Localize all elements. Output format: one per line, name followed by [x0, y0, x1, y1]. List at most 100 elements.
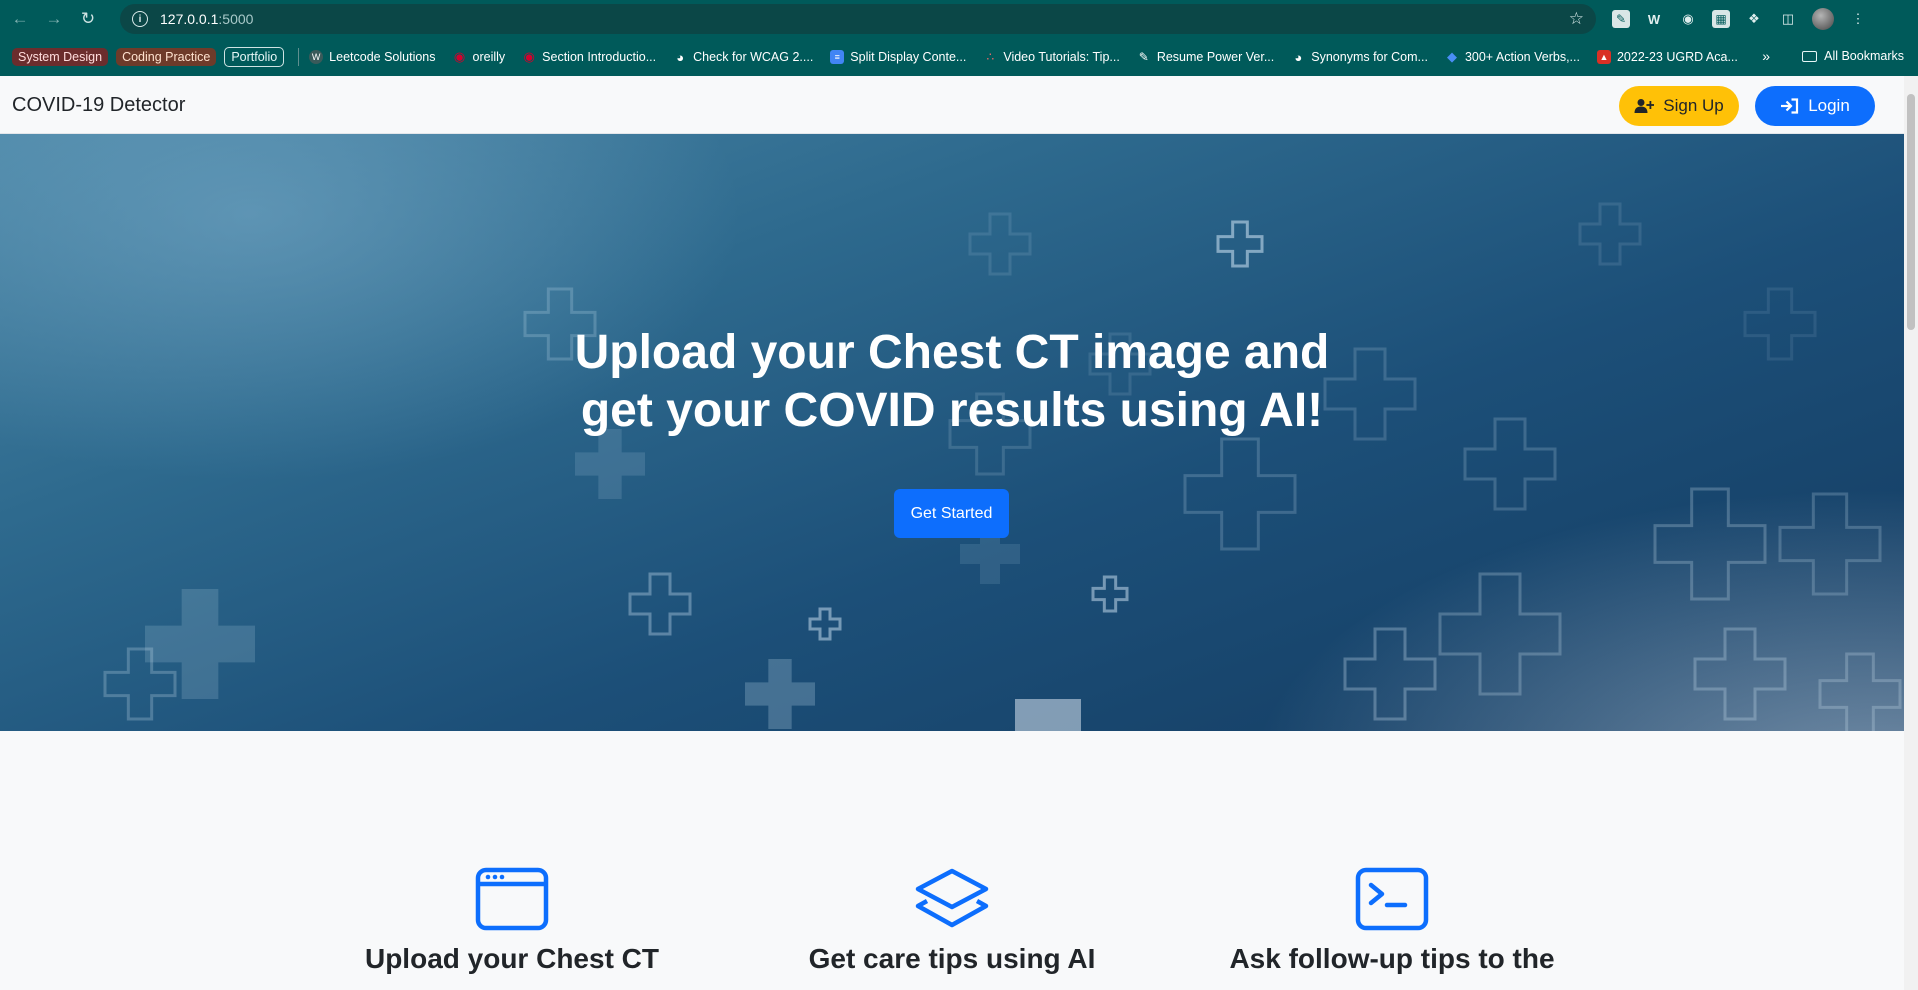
feature-follow-up: Ask follow-up tips to the	[1172, 867, 1612, 975]
extensions-puzzle-icon[interactable]: ❖	[1744, 9, 1764, 29]
bookmark-label: Resume Power Ver...	[1156, 50, 1275, 64]
bookmark-item[interactable]: ◉ Section Introductio...	[522, 49, 657, 64]
bookmark-separator	[298, 48, 300, 66]
feature-upload: Upload your Chest CT	[292, 867, 732, 975]
bookmark-item[interactable]: ∴ Video Tutorials: Tip...	[983, 50, 1120, 64]
cross-shape	[1091, 575, 1129, 613]
cross-shape	[1818, 652, 1902, 731]
feature-title: Get care tips using AI	[808, 943, 1096, 974]
extension-pen-icon[interactable]: ✎	[1612, 10, 1630, 28]
site-info-icon[interactable]: i	[132, 11, 148, 27]
address-bar[interactable]: i 127.0.0.1:5000 ☆	[120, 4, 1596, 34]
brand-name[interactable]: COVID-19 Detector	[12, 94, 185, 117]
login-button[interactable]: Login	[1755, 86, 1875, 126]
cross-shape	[145, 589, 255, 699]
pen-icon: ✎	[1138, 50, 1149, 64]
cross-shape	[745, 659, 815, 729]
bookmark-label: 2022-23 UGRD Aca...	[1616, 50, 1738, 64]
bookmarks-bar: System Design Coding Practice Portfolio …	[0, 38, 1918, 76]
browser-menu-icon[interactable]: ⋮	[1848, 9, 1868, 29]
cross-shape	[1778, 492, 1882, 596]
cross-shape	[1183, 437, 1297, 551]
features-section: Upload your Chest CT Get care tips using…	[0, 731, 1904, 990]
bookmark-item[interactable]: ▲ 2022-23 UGRD Aca...	[1596, 50, 1738, 64]
bookmark-item[interactable]: W Leetcode Solutions	[309, 50, 436, 64]
decorative-block	[1015, 699, 1081, 731]
bookmark-label: Leetcode Solutions	[329, 50, 436, 64]
asana-icon: ∴	[986, 50, 995, 64]
url-host: 127.0.0.1	[160, 11, 219, 27]
forward-icon[interactable]: →	[40, 5, 68, 33]
browser-window-icon	[292, 867, 732, 931]
bookmark-label: Split Display Conte...	[850, 50, 967, 64]
extension-w-icon[interactable]: W	[1644, 9, 1664, 29]
pdf-icon: ▲	[1596, 50, 1611, 64]
cross-shape	[1463, 417, 1557, 511]
feature-title: Upload your Chest CT	[364, 943, 659, 974]
all-bookmarks-button[interactable]: All Bookmarks	[1802, 49, 1904, 63]
bookmark-folder[interactable]: Portfolio	[224, 47, 285, 67]
profile-avatar[interactable]	[1812, 8, 1834, 30]
hero-title-line: get your COVID results using AI!	[580, 384, 1324, 437]
bookmark-folder[interactable]: System Design	[12, 48, 109, 66]
hero-title: Upload your Chest CT image and get your …	[452, 324, 1452, 440]
all-bookmarks-label: All Bookmarks	[1824, 49, 1904, 63]
extensions-area: ✎ W ◉ ▦ ❖ ◫ ⋮	[1612, 4, 1868, 34]
more-bookmarks-icon[interactable]: »	[1762, 48, 1770, 64]
bookmark-icon: ◆	[1446, 49, 1457, 64]
bookmark-item[interactable]: ◕ Synonyms for Com...	[1291, 49, 1428, 65]
site-navbar: COVID-19 Detector Sign Up Login	[0, 76, 1904, 134]
browser-toolbar: ← → ↻ i 127.0.0.1:5000 ☆ ✎ W ◉ ▦ ❖ ◫ ⋮	[0, 0, 1918, 38]
scrollbar-thumb[interactable]	[1907, 94, 1915, 330]
reload-icon[interactable]: ↻	[74, 5, 102, 33]
bookmark-item[interactable]: ◆ 300+ Action Verbs,...	[1445, 49, 1580, 64]
cross-shape	[1743, 287, 1817, 361]
bookmark-item[interactable]: ≡ Split Display Conte...	[830, 50, 966, 64]
feature-care-tips: Get care tips using AI	[732, 867, 1172, 975]
cross-shape	[1343, 627, 1437, 721]
bookmark-label: Check for WCAG 2....	[693, 50, 814, 64]
cross-shape	[1693, 627, 1787, 721]
cross-shape	[1578, 202, 1642, 266]
doc-icon: ≡	[830, 50, 845, 64]
hero-section: Upload your Chest CT image and get your …	[0, 134, 1904, 731]
w-icon: W	[309, 50, 324, 64]
cross-shape	[628, 572, 692, 636]
bookmark-star-icon[interactable]: ☆	[1569, 9, 1584, 29]
cross-shape	[1216, 220, 1264, 268]
bookmark-folder[interactable]: Coding Practice	[116, 48, 217, 66]
sign-up-label: Sign Up	[1663, 96, 1724, 115]
bookmark-label: 300+ Action Verbs,...	[1464, 50, 1580, 64]
bookmark-label: Video Tutorials: Tip...	[1003, 50, 1120, 64]
bookmark-label: Section Introductio...	[542, 50, 657, 64]
bookmark-label: oreilly	[472, 50, 506, 64]
extension-camera-icon[interactable]: ◉	[1678, 9, 1698, 29]
bookmark-item[interactable]: ◕ Check for WCAG 2....	[673, 49, 814, 65]
cross-shape	[1653, 487, 1767, 601]
sign-up-button[interactable]: Sign Up	[1619, 86, 1739, 126]
cross-shape	[808, 607, 842, 641]
back-icon[interactable]: ←	[6, 5, 34, 33]
bookmark-item[interactable]: ◉ oreilly	[453, 49, 506, 64]
globe-icon: ◕	[676, 49, 685, 65]
bookmark-item[interactable]: ✎ Resume Power Ver...	[1137, 50, 1274, 64]
page-scrollbar[interactable]	[1904, 76, 1918, 990]
folder-icon	[1802, 50, 1818, 62]
cross-shape	[1438, 572, 1562, 696]
globe-icon: ◕	[1294, 49, 1303, 65]
person-plus-icon	[1634, 98, 1655, 114]
get-started-button[interactable]: Get Started	[894, 489, 1009, 538]
extension-grid-icon[interactable]: ▦	[1712, 10, 1730, 28]
hero-title-line: Upload your Chest CT image and	[574, 326, 1330, 379]
layers-icon	[732, 867, 1172, 931]
side-panel-icon[interactable]: ◫	[1778, 9, 1798, 29]
login-label: Login	[1808, 96, 1850, 115]
terminal-icon	[1172, 867, 1612, 931]
login-arrow-icon	[1780, 98, 1799, 114]
feature-title: Ask follow-up tips to the	[1229, 943, 1555, 974]
bookmark-label: Synonyms for Com...	[1311, 50, 1428, 64]
cross-shape	[968, 212, 1032, 276]
url-port: :5000	[218, 11, 254, 27]
oreilly-icon: ◉	[523, 49, 535, 64]
oreilly-icon: ◉	[453, 49, 466, 64]
